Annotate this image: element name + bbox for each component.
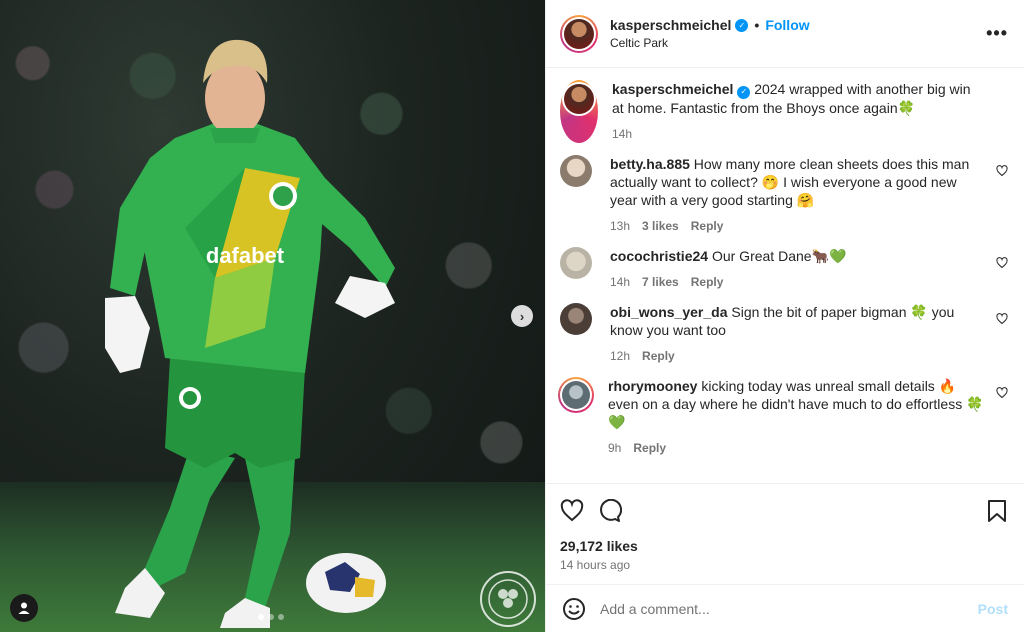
commenter-avatar[interactable] xyxy=(560,246,592,279)
post-comment-button[interactable]: Post xyxy=(978,601,1008,617)
comment-username[interactable]: cocochristie24 xyxy=(610,248,708,264)
post-header: kasperschmeichel ✓ • Follow Celtic Park … xyxy=(546,0,1024,68)
comment-likes[interactable]: 7 likes xyxy=(642,273,679,291)
post-location[interactable]: Celtic Park xyxy=(610,36,986,50)
verified-badge-icon: ✓ xyxy=(737,85,751,99)
comment-username[interactable]: betty.ha.885 xyxy=(610,156,690,172)
post-timestamp: 14 hours ago xyxy=(560,558,631,572)
emoji-smiley-icon[interactable] xyxy=(562,597,586,621)
reply-button[interactable]: Reply xyxy=(633,439,666,457)
commenter-avatar[interactable] xyxy=(558,376,594,413)
carousel-dots xyxy=(258,614,284,620)
comment-username[interactable]: rhorymooney xyxy=(608,378,697,394)
comment-username[interactable]: obi_wons_yer_da xyxy=(610,304,728,320)
commenter-avatar[interactable] xyxy=(560,302,592,335)
tagged-users-button[interactable] xyxy=(10,594,38,622)
post-side-panel: kasperschmeichel ✓ • Follow Celtic Park … xyxy=(545,0,1024,632)
svg-text:dafabet: dafabet xyxy=(206,243,285,268)
comment-time: 9h xyxy=(608,440,622,455)
comments-list[interactable]: kasperschmeichel ✓ 2024 wrapped with ano… xyxy=(546,68,1024,483)
follow-button[interactable]: Follow xyxy=(765,17,809,33)
reply-button[interactable]: Reply xyxy=(691,273,724,291)
caption: kasperschmeichel ✓ 2024 wrapped with ano… xyxy=(560,80,1008,143)
comment-item: betty.ha.885 How many more clean sheets … xyxy=(560,154,1008,235)
reply-button[interactable]: Reply xyxy=(691,217,724,235)
add-comment-input[interactable]: Add a comment... xyxy=(600,601,978,617)
comment-item: cocochristie24 Our Great Dane🐂💚 14h 7 li… xyxy=(560,246,1008,291)
comment-bubble-icon[interactable] xyxy=(598,499,622,523)
like-comment-heart-icon[interactable] xyxy=(996,164,1008,177)
save-bookmark-icon[interactable] xyxy=(986,499,1008,523)
comment-item: obi_wons_yer_da Sign the bit of paper bi… xyxy=(560,302,1008,365)
likes-count[interactable]: 29,172 likes xyxy=(560,538,1008,554)
more-options-icon[interactable]: ••• xyxy=(986,23,1008,44)
carousel-dot xyxy=(258,614,264,620)
goalkeeper-photo: dafabet xyxy=(105,39,395,628)
comment-time: 13h xyxy=(610,218,631,233)
like-heart-icon[interactable] xyxy=(560,499,584,523)
caption-username[interactable]: kasperschmeichel xyxy=(612,81,733,97)
post-media[interactable]: dafabet › xyxy=(0,0,545,632)
carousel-dot xyxy=(268,614,274,620)
like-comment-heart-icon[interactable] xyxy=(996,312,1008,325)
reply-button[interactable]: Reply xyxy=(642,347,675,365)
carousel-dot xyxy=(278,614,284,620)
author-username[interactable]: kasperschmeichel xyxy=(610,17,731,33)
comment-likes[interactable]: 3 likes xyxy=(642,217,679,235)
person-icon xyxy=(18,602,30,614)
commenter-avatar[interactable] xyxy=(560,154,592,187)
caption-time: 14h xyxy=(612,126,633,141)
add-comment-bar: Add a comment... Post xyxy=(546,584,1024,632)
verified-badge-icon: ✓ xyxy=(735,18,749,32)
separator-dot: • xyxy=(754,17,760,33)
celtic-crest-watermark xyxy=(480,571,536,627)
comment-text: Our Great Dane🐂💚 xyxy=(711,247,847,264)
like-comment-heart-icon[interactable] xyxy=(996,386,1008,399)
caption-avatar[interactable] xyxy=(560,80,598,143)
comment-time: 14h xyxy=(610,274,631,289)
post-actions: 29,172 likes 14 hours ago xyxy=(546,483,1024,572)
like-comment-heart-icon[interactable] xyxy=(996,256,1008,269)
comment-item: rhorymooney kicking today was unreal sma… xyxy=(558,376,1008,457)
author-avatar[interactable] xyxy=(560,14,598,53)
next-slide-button[interactable]: › xyxy=(511,305,533,327)
comment-time: 12h xyxy=(610,348,631,363)
football xyxy=(306,553,386,613)
